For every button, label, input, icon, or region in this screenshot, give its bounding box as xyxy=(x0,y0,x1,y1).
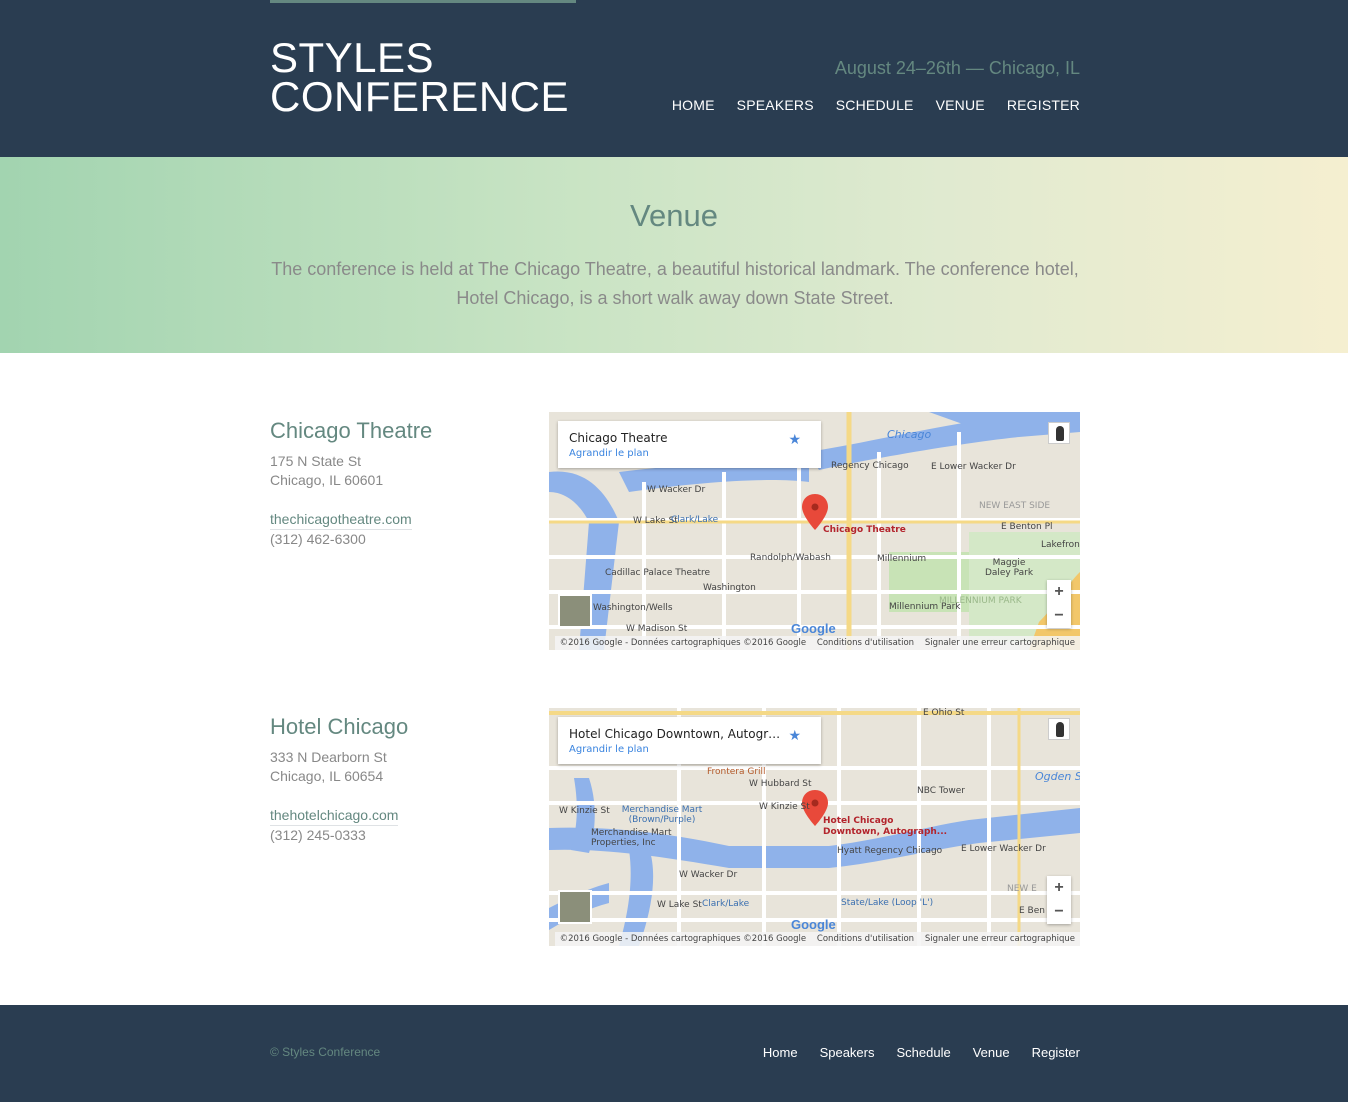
page-title: Venue xyxy=(630,198,718,233)
logo-line-1: STYLES xyxy=(270,34,435,81)
map-label: Clark/Lake xyxy=(702,899,750,909)
map-label: Clark/Lake xyxy=(671,515,719,525)
footer-nav-speakers[interactable]: Speakers xyxy=(820,1045,875,1060)
site-header: STYLES CONFERENCE August 24–26th — Chica… xyxy=(0,0,1348,157)
map-label: W Hubbard St xyxy=(749,779,812,789)
map-label: Regency Chicago xyxy=(831,461,909,471)
map-enlarge-link[interactable]: Agrandir le plan xyxy=(569,448,810,459)
footer-nav-venue[interactable]: Venue xyxy=(973,1045,1010,1060)
venue-map[interactable]: E Ohio St Frontera Grill W Hubbard St Og… xyxy=(549,708,1080,946)
map-enlarge-link[interactable]: Agrandir le plan xyxy=(569,744,810,755)
hero-banner: Venue The conference is held at The Chic… xyxy=(0,157,1348,353)
nav-speakers[interactable]: SPEAKERS xyxy=(737,97,814,113)
footer-nav: Home Speakers Schedule Venue Register xyxy=(763,1045,1080,1060)
logo-line-2: CONFERENCE xyxy=(270,73,570,120)
satellite-toggle[interactable] xyxy=(558,594,592,628)
google-logo: Google xyxy=(791,621,836,636)
footer-nav-home[interactable]: Home xyxy=(763,1045,798,1060)
zoom-controls: + − xyxy=(1047,580,1071,628)
map-label: Cadillac Palace Theatre xyxy=(605,568,711,578)
pegman-icon[interactable] xyxy=(1048,718,1070,740)
zoom-out-icon[interactable]: − xyxy=(1047,604,1071,628)
map-label: E Ben xyxy=(1019,906,1045,916)
map-label: E Lower Wacker Dr xyxy=(931,462,1016,472)
venue-website-link[interactable]: thechicagotheatre.com xyxy=(270,510,412,530)
map-label: Lakefront xyxy=(1041,540,1080,550)
map-label: W Wacker Dr xyxy=(647,485,706,495)
satellite-toggle[interactable] xyxy=(558,890,592,924)
footer-nav-register[interactable]: Register xyxy=(1032,1045,1080,1060)
map-label: NEW E xyxy=(1007,884,1037,894)
nav-venue[interactable]: VENUE xyxy=(936,97,985,113)
map-label: NBC Tower xyxy=(917,786,965,796)
map-label: Millennium xyxy=(877,554,927,564)
map-label: W Kinzie St xyxy=(559,806,610,816)
nav-schedule[interactable]: SCHEDULE xyxy=(836,97,914,113)
venue-hotel-chicago: Hotel Chicago 333 N Dearborn St Chicago,… xyxy=(270,708,1080,946)
map-copyright: ©2016 Google - Données cartographiques ©… xyxy=(559,934,807,944)
map-label: Washington/Wells xyxy=(593,603,673,613)
map-label: Maggie Daley Park xyxy=(984,558,1034,578)
site-logo[interactable]: STYLES CONFERENCE xyxy=(270,34,590,120)
zoom-controls: + − xyxy=(1047,876,1071,924)
footer-nav-schedule[interactable]: Schedule xyxy=(896,1045,950,1060)
map-label: MILLENNIUM PARK xyxy=(939,596,1022,606)
map-terms-link[interactable]: Conditions d'utilisation xyxy=(817,934,914,944)
map-info-card: Chicago Theatre Agrandir le plan ★ xyxy=(558,421,821,468)
tagline: August 24–26th — Chicago, IL xyxy=(834,58,1080,78)
map-terms-link[interactable]: Conditions d'utilisation xyxy=(817,638,914,648)
map-label: W Madison St xyxy=(626,624,688,634)
map-report-link[interactable]: Signaler une erreur cartographique xyxy=(925,638,1075,648)
map-copyright: ©2016 Google - Données cartographiques ©… xyxy=(559,638,807,648)
map-label: E Lower Wacker Dr xyxy=(961,844,1046,854)
map-pin-label: Hotel Chicago xyxy=(823,816,894,826)
map-card-title: Hotel Chicago Downtown, Autograph... xyxy=(569,727,785,741)
logo-accent-bar xyxy=(270,0,576,3)
map-card-title: Chicago Theatre xyxy=(569,431,668,445)
map-report-link[interactable]: Signaler une erreur cartographique xyxy=(925,934,1075,944)
map-label: Merchandise Mart Properties, Inc xyxy=(591,828,672,848)
hero-description: The conference is held at The Chicago Th… xyxy=(271,259,1079,308)
primary-nav: HOME SPEAKERS SCHEDULE VENUE REGISTER xyxy=(672,97,1080,113)
map-label: NEW EAST SIDE xyxy=(979,501,1051,511)
map-attribution: ©2016 Google - Données cartographiques ©… xyxy=(554,932,1080,946)
map-info-card: Hotel Chicago Downtown, Autograph... Agr… xyxy=(558,717,821,764)
map-label: Merchandise Mart (Brown/Purple) xyxy=(621,805,703,825)
map-label: Chicago xyxy=(887,428,932,441)
map-label: W Lake St xyxy=(657,900,702,910)
zoom-in-icon[interactable]: + xyxy=(1047,580,1071,604)
map-label: E Ohio St xyxy=(923,708,965,718)
star-icon[interactable]: ★ xyxy=(788,431,801,448)
pegman-icon[interactable] xyxy=(1048,422,1070,444)
map-label: Washington xyxy=(703,583,756,593)
map-label: Frontera Grill xyxy=(707,767,766,777)
map-label: E Benton Pl xyxy=(1001,522,1053,532)
venue-website-link[interactable]: thehotelchicago.com xyxy=(270,806,399,826)
map-label: W Wacker Dr xyxy=(679,870,738,880)
venue-chicago-theatre: Chicago Theatre 175 N State St Chicago, … xyxy=(270,412,1080,650)
map-label: Hyatt Regency Chicago xyxy=(837,846,943,856)
zoom-out-icon[interactable]: − xyxy=(1047,900,1071,924)
copyright: © Styles Conference xyxy=(270,1045,381,1059)
google-logo: Google xyxy=(791,917,836,932)
star-icon[interactable]: ★ xyxy=(788,727,801,744)
map-pin-label: Chicago Theatre xyxy=(823,525,906,535)
map-pin-label: Downtown, Autograph... xyxy=(823,827,948,837)
map-label: W Kinzie St xyxy=(759,802,810,812)
nav-register[interactable]: REGISTER xyxy=(1007,97,1080,113)
site-footer: © Styles Conference Home Speakers Schedu… xyxy=(0,1005,1348,1102)
map-attribution: ©2016 Google - Données cartographiques ©… xyxy=(554,636,1080,650)
map-label: Ogden Sl xyxy=(1035,770,1080,783)
zoom-in-icon[interactable]: + xyxy=(1047,876,1071,900)
map-label: Randolph/Wabash xyxy=(750,553,831,563)
venue-map[interactable]: Chicago Regency Chicago E Lower Wacker D… xyxy=(549,412,1080,650)
nav-home[interactable]: HOME xyxy=(672,97,715,113)
map-label: State/Lake (Loop 'L') xyxy=(841,898,934,908)
